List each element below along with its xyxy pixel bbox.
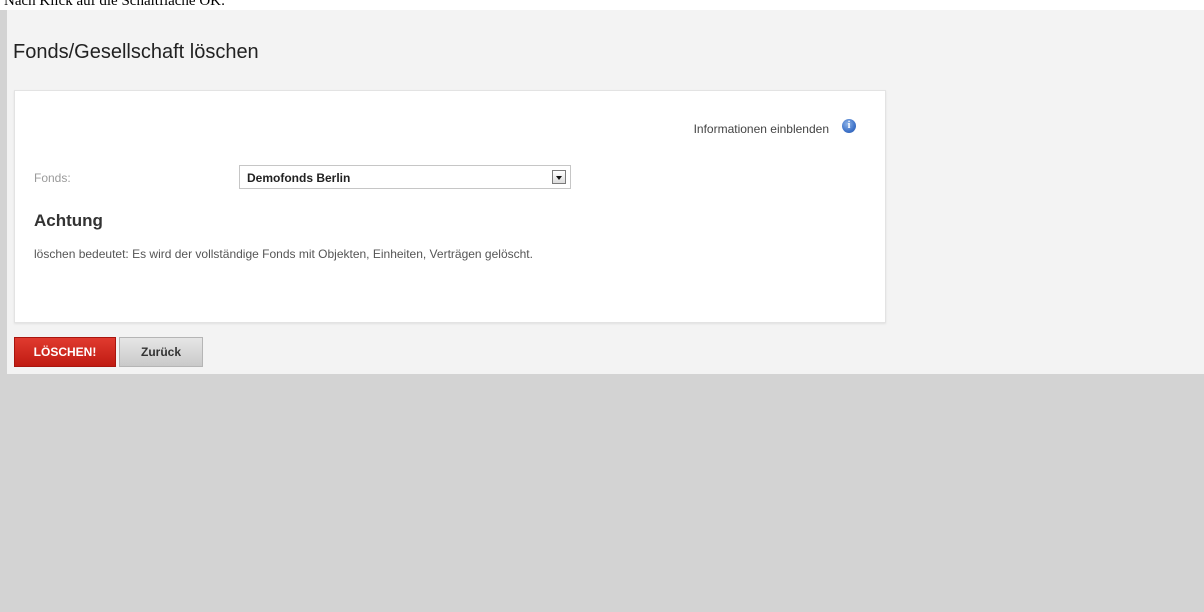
show-info-link[interactable]: Informationen einblenden — [694, 122, 829, 136]
chevron-down-icon[interactable] — [552, 170, 566, 184]
page-title: Fonds/Gesellschaft löschen — [13, 41, 259, 63]
back-button[interactable]: Zurück — [119, 337, 203, 367]
fonds-select-value: Demofonds Berlin — [247, 171, 351, 185]
info-icon[interactable]: i — [842, 119, 856, 133]
fonds-select[interactable]: Demofonds Berlin — [239, 165, 571, 189]
caption-text: Nach Klick auf die Schaltfläche OK: — [0, 0, 1204, 10]
warning-text: löschen bedeutet: Es wird der vollständi… — [34, 247, 533, 261]
app-content: Fonds/Gesellschaft löschen Informationen… — [7, 10, 1204, 374]
delete-button[interactable]: LÖSCHEN! — [14, 337, 116, 367]
warning-title: Achtung — [34, 211, 103, 230]
fonds-label: Fonds: — [34, 171, 71, 185]
form-panel: Informationen einblenden i Fonds: Demofo… — [14, 90, 886, 323]
